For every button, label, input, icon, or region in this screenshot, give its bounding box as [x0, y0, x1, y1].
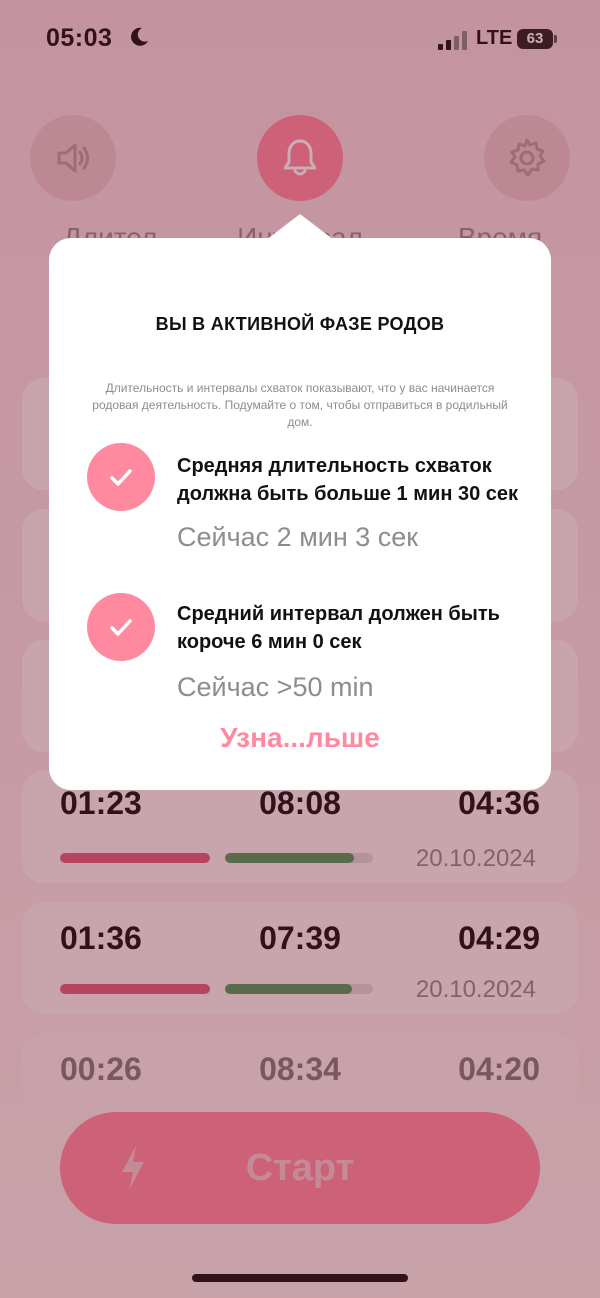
criterion-duration: Средняя длительность схваток должна быть…: [177, 455, 519, 505]
check-icon: [87, 593, 155, 661]
criterion-duration-current: Сейчас 2 мин 3 сек: [177, 522, 419, 552]
active-phase-dialog: ВЫ В АКТИВНОЙ ФАЗЕ РОДОВ Длительность и …: [49, 238, 551, 790]
check-icon: [87, 443, 155, 511]
criterion-interval-current: Сейчас >50 min: [177, 672, 374, 702]
modal-pointer: [266, 214, 334, 240]
dialog-title: ВЫ В АКТИВНОЙ ФАЗЕ РОДОВ: [155, 314, 445, 334]
dialog-description: Длительность и интервалы схваток показыв…: [92, 381, 508, 429]
learn-more-link[interactable]: Узна...льше: [49, 722, 551, 754]
criterion-interval: Средний интервал должен быть короче 6 ми…: [177, 603, 500, 653]
